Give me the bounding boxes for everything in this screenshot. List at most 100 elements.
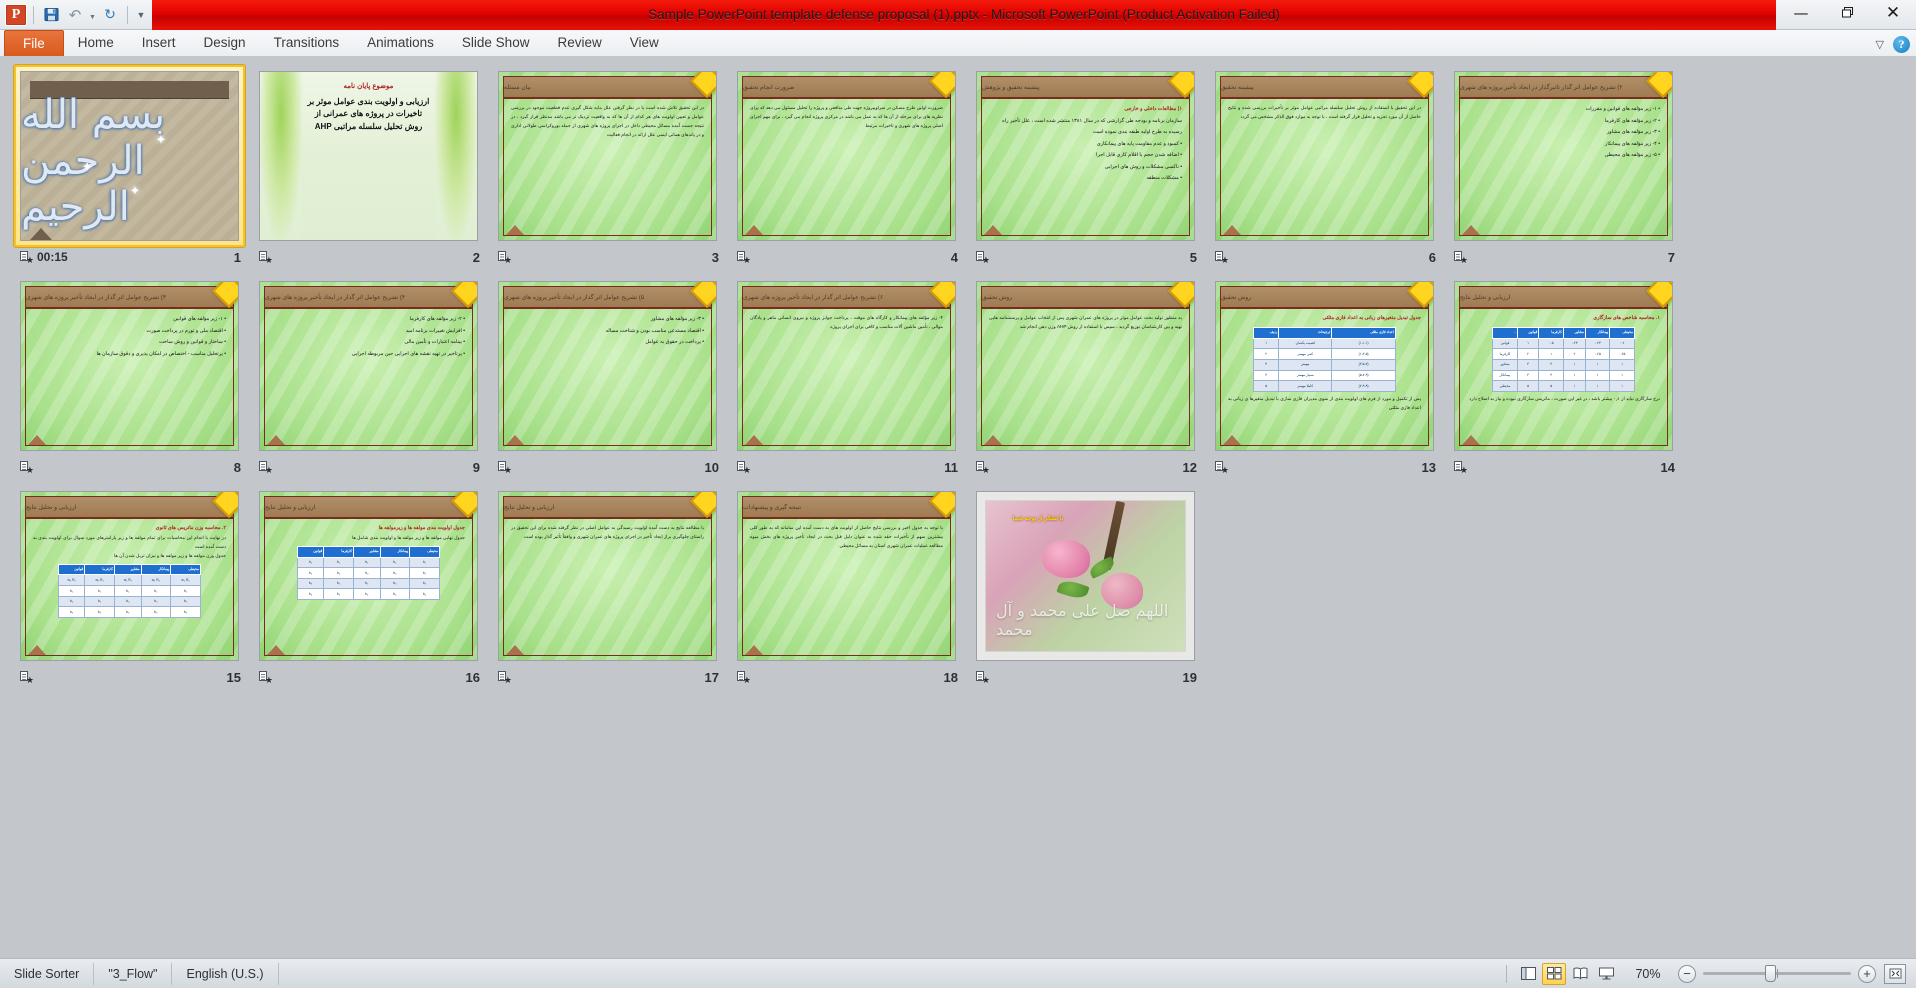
redo-icon[interactable]: ↻ bbox=[99, 4, 121, 26]
close-button[interactable]: ✕ bbox=[1870, 0, 1916, 26]
transition-icon[interactable]: ★ bbox=[498, 251, 512, 265]
tab-design[interactable]: Design bbox=[190, 30, 260, 56]
normal-view-button[interactable] bbox=[1516, 963, 1540, 985]
slide-thumbnail-10[interactable]: ۵) تشریح عوامل اثر گذار در ایجاد تأخیر پ… bbox=[492, 275, 723, 457]
slide-caption-left[interactable]: ★ bbox=[1215, 251, 1229, 265]
slide-thumbnail-18[interactable]: نتیجه گیری و پیشنهادات با توجه به جدول اخ… bbox=[731, 485, 962, 667]
restore-button[interactable] bbox=[1824, 0, 1870, 26]
tab-review[interactable]: Review bbox=[543, 30, 615, 56]
status-right-group[interactable]: 70% − + bbox=[1499, 962, 1912, 985]
minimize-button[interactable]: — bbox=[1778, 0, 1824, 26]
tab-slide-show[interactable]: Slide Show bbox=[448, 30, 544, 56]
slide-caption-left[interactable]: ★ 00:15 bbox=[20, 250, 68, 265]
zoom-percentage-label[interactable]: 70% bbox=[1626, 967, 1670, 981]
reading-view-button[interactable] bbox=[1568, 963, 1592, 985]
slide-cell-2[interactable]: موضوع پایان نامه ارزیابی و اولویت بندی عو… bbox=[253, 65, 492, 275]
slide-preview[interactable]: روش تحقیق جدول تبدیل متغیرهای زبانی به اع… bbox=[1215, 281, 1434, 451]
transition-icon[interactable]: ★ bbox=[976, 671, 990, 685]
slide-cell-4[interactable]: ضرورت انجام تحقیق ضرورت اولین طرح مسکن در… bbox=[731, 65, 970, 275]
transition-icon[interactable]: ★ bbox=[20, 671, 34, 685]
status-view-name[interactable]: Slide Sorter bbox=[0, 962, 95, 985]
slide-cell-8[interactable]: ۳) تشریح عوامل اثر گذار در ایجاد تأخیر پ… bbox=[14, 275, 253, 485]
transition-icon[interactable]: ★ bbox=[20, 461, 34, 475]
slide-caption-left[interactable]: ★ bbox=[1454, 461, 1468, 475]
slide-preview[interactable]: موضوع پایان نامه ارزیابی و اولویت بندی عو… bbox=[259, 71, 478, 241]
transition-icon[interactable]: ★ bbox=[1215, 251, 1229, 265]
zoom-in-button[interactable]: + bbox=[1858, 964, 1876, 983]
slide-thumbnail-5[interactable]: پیشینه تحقیق و پژوهش ۱) مطالعات داخلی و خ… bbox=[970, 65, 1201, 247]
slide-sorter-view-button[interactable] bbox=[1542, 962, 1566, 985]
transition-icon[interactable]: ★ bbox=[1454, 251, 1468, 265]
slide-cell-11[interactable]: ۶) تشریح عوامل اثر گذار در ایجاد تأخیر پ… bbox=[731, 275, 970, 485]
transition-icon[interactable]: ★ bbox=[1215, 461, 1229, 475]
transition-icon[interactable]: ★ bbox=[259, 461, 273, 475]
slide-preview[interactable]: روش تحقیق به منظور تولید بحث عوامل موثر د… bbox=[976, 281, 1195, 451]
slide-cell-5[interactable]: پیشینه تحقیق و پژوهش ۱) مطالعات داخلی و خ… bbox=[970, 65, 1209, 275]
slide-thumbnail-16[interactable]: ارزیابی و تحلیل نتایج جدول اولویت بندی مو… bbox=[253, 485, 484, 667]
slide-preview[interactable]: بسم الله الرحمن الرحیم ✦ ✦ ✦ bbox=[20, 71, 239, 241]
transition-icon[interactable]: ★ bbox=[737, 671, 751, 685]
slide-cell-12[interactable]: روش تحقیق به منظور تولید بحث عوامل موثر د… bbox=[970, 275, 1209, 485]
slide-preview[interactable]: ۳) تشریح عوامل اثر گذار در ایجاد تأخیر پ… bbox=[20, 281, 239, 451]
tab-file[interactable]: File bbox=[4, 30, 64, 56]
slide-preview[interactable]: با تشکر از توجه شما اللهم صل علی محمد و آ… bbox=[976, 491, 1195, 661]
slide-grid[interactable]: بسم الله الرحمن الرحیم ✦ ✦ ✦ ★ 00:15 1 موضوع پا… bbox=[0, 57, 1916, 695]
transition-icon[interactable]: ★ bbox=[1454, 461, 1468, 475]
slide-caption-left[interactable]: ★ bbox=[1454, 251, 1468, 265]
slide-thumbnail-14[interactable]: ارزیابی و تحلیل نتایج ۱. محاسبه شاخص های … bbox=[1448, 275, 1679, 457]
window-controls[interactable]: — ✕ bbox=[1778, 0, 1916, 30]
slide-cell-6[interactable]: پیشینه تحقیق در این تحقیق با استفاده از ر… bbox=[1209, 65, 1448, 275]
slide-thumbnail-8[interactable]: ۳) تشریح عوامل اثر گذار در ایجاد تأخیر پ… bbox=[14, 275, 245, 457]
transition-icon[interactable]: ★ bbox=[737, 251, 751, 265]
slide-thumbnail-1[interactable]: بسم الله الرحمن الرحیم ✦ ✦ ✦ bbox=[14, 65, 245, 247]
tab-transitions[interactable]: Transitions bbox=[260, 30, 354, 56]
slide-thumbnail-2[interactable]: موضوع پایان نامه ارزیابی و اولویت بندی عو… bbox=[253, 65, 484, 247]
undo-dropdown-arrow-icon[interactable]: ▼ bbox=[88, 4, 97, 26]
save-icon[interactable] bbox=[40, 4, 62, 26]
slide-caption-left[interactable]: ★ bbox=[737, 671, 751, 685]
slide-thumbnail-7[interactable]: ۲) تشریح عوامل اثر گذار تاثیرگذار در ایج… bbox=[1448, 65, 1679, 247]
powerpoint-logo-icon[interactable]: P bbox=[5, 3, 27, 26]
slide-caption-left[interactable]: ★ bbox=[259, 671, 273, 685]
slide-cell-15[interactable]: ارزیابی و تحلیل نتایج ۲. محاسبه وزن ماتری… bbox=[14, 485, 253, 695]
slide-thumbnail-4[interactable]: ضرورت انجام تحقیق ضرورت اولین طرح مسکن در… bbox=[731, 65, 962, 247]
fit-slide-to-window-button[interactable] bbox=[1884, 963, 1906, 984]
ribbon-tabs[interactable]: File Home Insert Design Transitions Anim… bbox=[0, 29, 673, 56]
slide-preview[interactable]: ۵) تشریح عوامل اثر گذار در ایجاد تأخیر پ… bbox=[498, 281, 717, 451]
slide-cell-7[interactable]: ۲) تشریح عوامل اثر گذار تاثیرگذار در ایج… bbox=[1448, 65, 1687, 275]
slide-preview[interactable]: ارزیابی و تحلیل نتایج ۱. محاسبه شاخص های … bbox=[1454, 281, 1673, 451]
slide-preview[interactable]: ارزیابی و تحلیل نتایج ۲. محاسبه وزن ماتری… bbox=[20, 491, 239, 661]
ribbon-right-controls[interactable]: ▽ ? bbox=[1876, 36, 1910, 53]
slide-cell-16[interactable]: ارزیابی و تحلیل نتایج جدول اولویت بندی مو… bbox=[253, 485, 492, 695]
zoom-slider[interactable] bbox=[1703, 965, 1851, 983]
slide-preview[interactable]: نتیجه گیری و پیشنهادات با توجه به جدول اخ… bbox=[737, 491, 956, 661]
transition-icon[interactable]: ★ bbox=[498, 671, 512, 685]
transition-icon[interactable]: ★ bbox=[259, 251, 273, 265]
slide-thumbnail-9[interactable]: ۴) تشریح عوامل اثر گذار در ایجاد تأخیر پ… bbox=[253, 275, 484, 457]
transition-icon[interactable]: ★ bbox=[259, 671, 273, 685]
tab-insert[interactable]: Insert bbox=[128, 30, 190, 56]
quick-access-toolbar[interactable]: P ↶ ▼ ↻ ▼ bbox=[0, 0, 148, 30]
slide-caption-left[interactable]: ★ bbox=[1215, 461, 1229, 475]
slide-cell-10[interactable]: ۵) تشریح عوامل اثر گذار در ایجاد تأخیر پ… bbox=[492, 275, 731, 485]
chevron-up-icon[interactable]: ▽ bbox=[1876, 38, 1884, 51]
tab-home[interactable]: Home bbox=[64, 30, 128, 56]
slide-caption-left[interactable]: ★ bbox=[498, 671, 512, 685]
slide-thumbnail-17[interactable]: ارزیابی و تحلیل نتایج با مطالعه نتایج به … bbox=[492, 485, 723, 667]
slide-caption-left[interactable]: ★ bbox=[737, 251, 751, 265]
slide-caption-left[interactable]: ★ bbox=[498, 251, 512, 265]
transition-icon[interactable]: ★ bbox=[20, 251, 34, 265]
slide-thumbnail-6[interactable]: پیشینه تحقیق در این تحقیق با استفاده از ر… bbox=[1209, 65, 1440, 247]
slide-caption-left[interactable]: ★ bbox=[737, 461, 751, 475]
slide-sorter-canvas[interactable]: بسم الله الرحمن الرحیم ✦ ✦ ✦ ★ 00:15 1 موضوع پا… bbox=[0, 57, 1916, 958]
slide-thumbnail-11[interactable]: ۶) تشریح عوامل اثر گذار در ایجاد تأخیر پ… bbox=[731, 275, 962, 457]
transition-icon[interactable]: ★ bbox=[976, 251, 990, 265]
slide-cell-9[interactable]: ۴) تشریح عوامل اثر گذار در ایجاد تأخیر پ… bbox=[253, 275, 492, 485]
slide-thumbnail-12[interactable]: روش تحقیق به منظور تولید بحث عوامل موثر د… bbox=[970, 275, 1201, 457]
slide-caption-left[interactable]: ★ bbox=[498, 461, 512, 475]
slide-preview[interactable]: ارزیابی و تحلیل نتایج با مطالعه نتایج به … bbox=[498, 491, 717, 661]
tab-view[interactable]: View bbox=[616, 30, 673, 56]
slide-caption-left[interactable]: ★ bbox=[20, 461, 34, 475]
transition-icon[interactable]: ★ bbox=[976, 461, 990, 475]
slide-preview[interactable]: ۶) تشریح عوامل اثر گذار در ایجاد تأخیر پ… bbox=[737, 281, 956, 451]
